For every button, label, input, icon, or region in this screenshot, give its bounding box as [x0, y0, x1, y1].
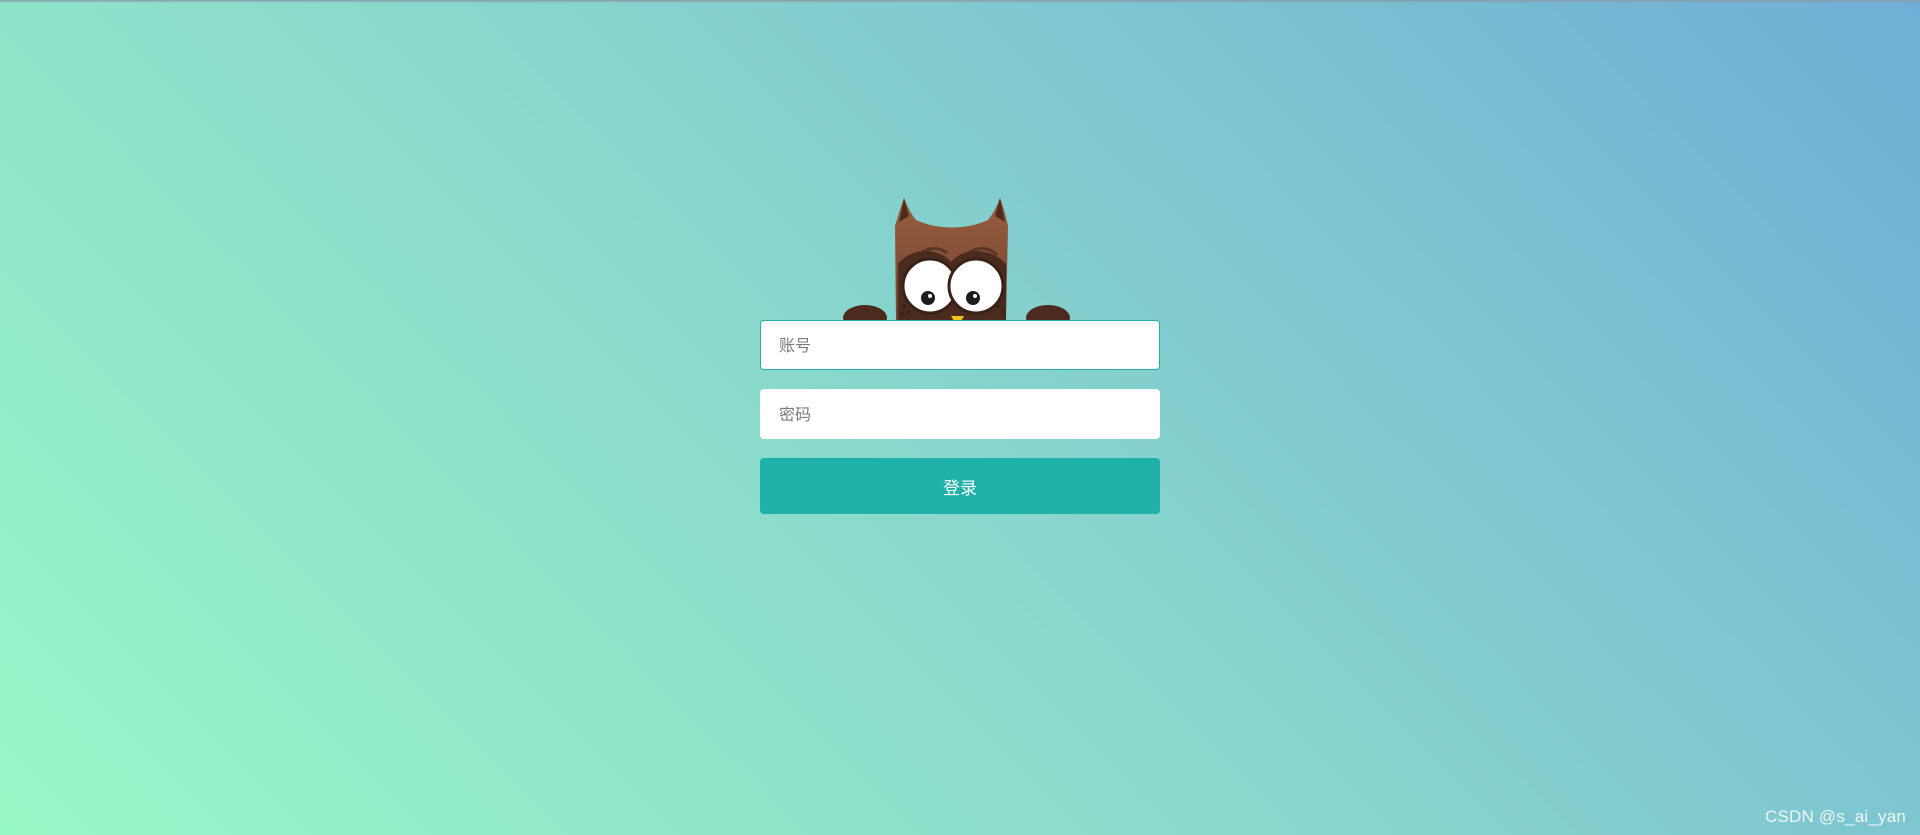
login-form: 登录 [760, 194, 1160, 514]
owl-icon [843, 198, 1070, 331]
login-button[interactable]: 登录 [760, 458, 1160, 514]
password-input[interactable] [760, 389, 1160, 439]
account-input[interactable] [760, 320, 1160, 370]
csdn-watermark: CSDN @s_ai_yan [1765, 807, 1906, 826]
top-edge-shadow [0, 0, 1920, 3]
